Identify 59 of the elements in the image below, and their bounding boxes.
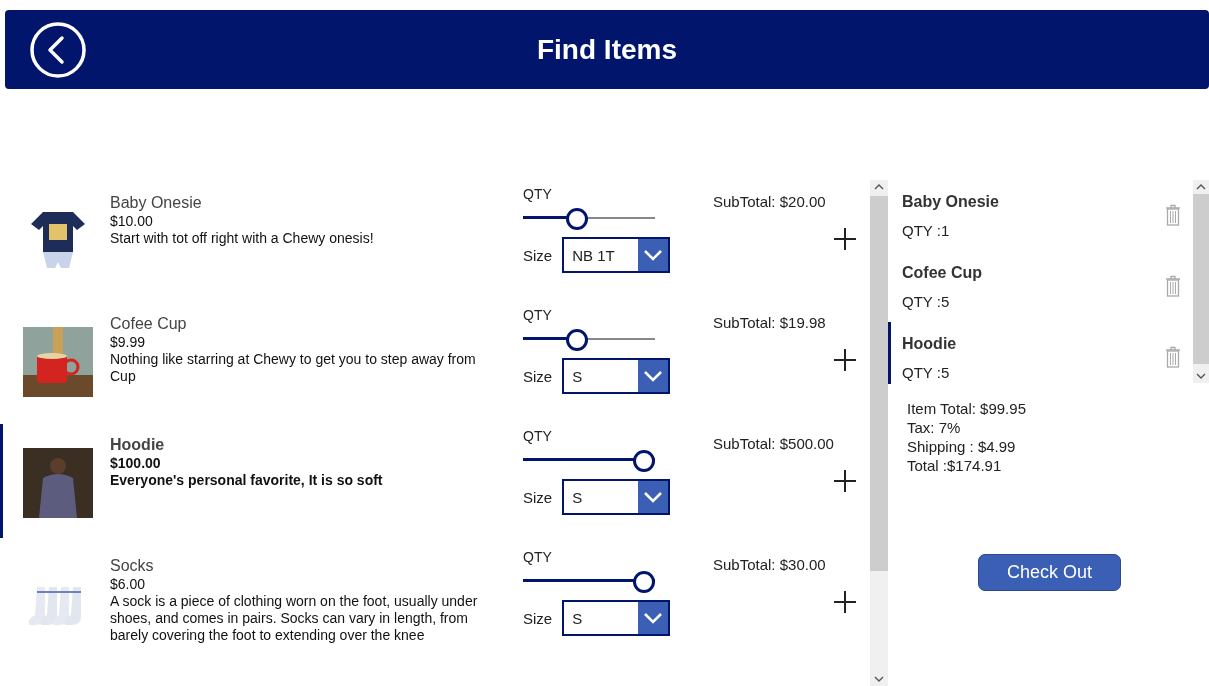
size-label: Size (523, 246, 553, 264)
total-line: Tax: 7% (907, 418, 962, 437)
cart-item-name: Baby Onesie (902, 193, 1000, 211)
subtotal-text: SubTotal: $19.98 (713, 314, 826, 331)
scroll-down-icon[interactable] (1196, 373, 1206, 379)
qty-label: QTY (523, 548, 553, 567)
subtotal-text: SubTotal: $20.00 (713, 193, 826, 210)
size-label: Size (523, 488, 553, 506)
cart-item-qty: QTY :5 (902, 364, 951, 381)
product-name: Cofee Cup (110, 314, 188, 334)
scrollbar[interactable] (1193, 180, 1209, 383)
product-price: $100.00 (110, 455, 162, 472)
product-description: Start with tot off right with a Chewy onesis! (110, 230, 375, 247)
check-out-button[interactable]: Check Out (978, 554, 1121, 591)
size-dropdown[interactable]: S (562, 600, 671, 636)
cart-item-qty: QTY :1 (902, 222, 951, 239)
size-label: Size (523, 609, 553, 627)
scroll-down-icon[interactable] (874, 676, 884, 682)
product-name: Baby Onesie (110, 193, 203, 213)
page-title: Find Items (536, 33, 678, 66)
product-price: $9.99 (110, 334, 147, 351)
scrollbar[interactable] (870, 180, 888, 686)
product-name: Hoodie (110, 435, 166, 455)
total-line: Item Total: $99.95 (907, 399, 1027, 418)
qty-slider[interactable] (523, 207, 655, 229)
cart-item-name: Cofee Cup (902, 264, 983, 282)
total-line: Total :$174.91 (907, 456, 1003, 475)
cart-item-name: Hoodie (902, 335, 958, 353)
qty-label: QTY (523, 185, 553, 204)
subtotal-text: SubTotal: $30.00 (713, 556, 826, 573)
subtotal-text: SubTotal: $500.00 (713, 435, 834, 452)
cart-item-qty: QTY :5 (902, 293, 951, 310)
qty-label: QTY (523, 306, 553, 325)
size-dropdown[interactable]: S (562, 358, 671, 394)
chevron-down-icon (643, 491, 664, 503)
product-description: Everyone's personal favorite, It is so soft (110, 472, 384, 489)
total-line: Shipping : $4.99 (907, 437, 1017, 456)
add-icon[interactable] (833, 227, 857, 251)
chevron-down-icon (643, 612, 664, 624)
add-icon[interactable] (833, 469, 857, 493)
size-dropdown[interactable]: S (562, 479, 671, 515)
chevron-down-icon (643, 370, 664, 382)
size-label: Size (523, 367, 553, 385)
qty-label: QTY (523, 427, 553, 446)
product-description: A sock is a piece of clothing worn on the foot, usually under shoes, and comes in pairs. Socks can vary in length, from barely covering the foot to extending over the knee (110, 593, 479, 644)
qty-slider[interactable] (523, 570, 655, 592)
scroll-up-icon[interactable] (874, 184, 884, 190)
product-name: Socks (110, 556, 155, 576)
add-icon[interactable] (833, 590, 857, 614)
scroll-up-icon[interactable] (1196, 184, 1206, 190)
add-icon[interactable] (833, 348, 857, 372)
qty-slider[interactable] (523, 328, 655, 350)
chevron-down-icon (643, 249, 664, 261)
product-description: Nothing like starring at Chewy to get you to step away from Cup (110, 351, 477, 385)
qty-slider[interactable] (523, 449, 655, 471)
back-icon[interactable] (29, 20, 87, 79)
product-price: $10.00 (110, 213, 154, 230)
product-price: $6.00 (110, 576, 147, 593)
size-dropdown[interactable]: NB 1T (562, 237, 671, 273)
